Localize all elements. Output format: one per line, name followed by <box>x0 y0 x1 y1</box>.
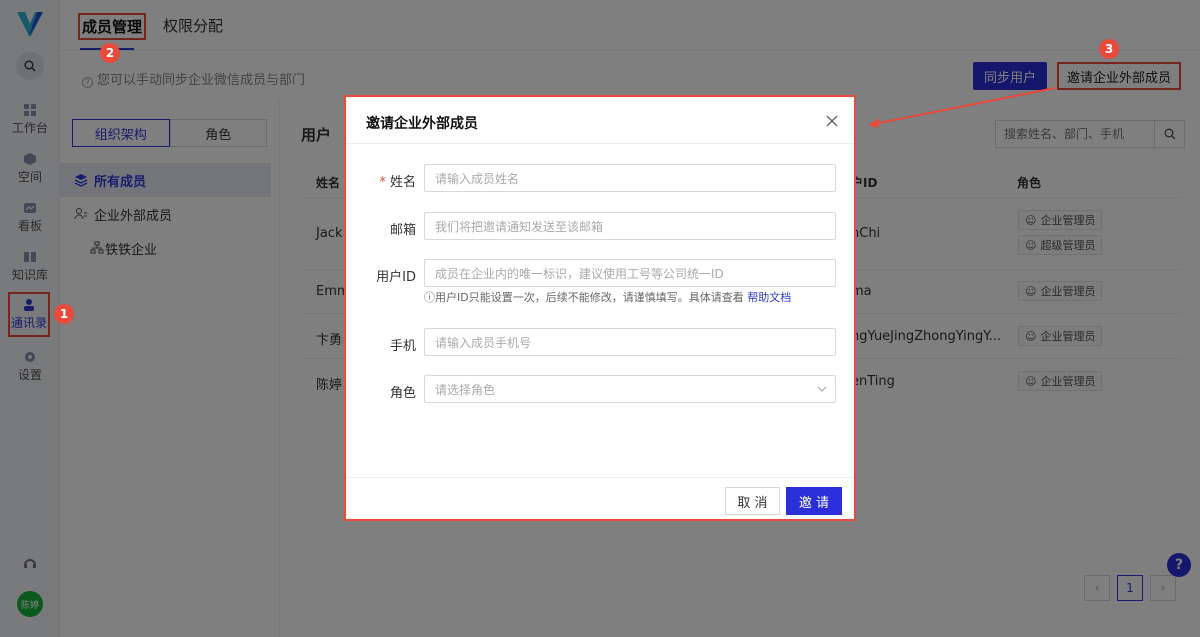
invite-button[interactable]: 邀 请 <box>786 487 842 515</box>
userid-help-text: 用户ID只能设置一次，后续不能修改，请谨慎填写。具体请查看 <box>435 291 744 304</box>
email-label: 邮箱 <box>389 223 416 238</box>
divider <box>346 143 854 144</box>
userid-help: ⓘ用户ID只能设置一次，后续不能修改，请谨慎填写。具体请查看 帮助文档 <box>424 289 791 305</box>
phone-label: 手机 <box>389 339 416 354</box>
close-icon[interactable] <box>824 113 840 129</box>
cancel-button[interactable]: 取 消 <box>725 487 780 515</box>
dialog-title: 邀请企业外部成员 <box>366 116 478 132</box>
help-docs-link[interactable]: 帮助文档 <box>747 291 791 304</box>
annotation-badge-2: 2 <box>100 43 120 63</box>
info-circle-icon: ⓘ <box>424 291 435 304</box>
name-field[interactable]: 请输入成员姓名 <box>424 164 836 192</box>
name-label-text: 姓名 <box>389 175 416 190</box>
annotation-badge-1: 1 <box>54 304 74 324</box>
phone-field[interactable]: 请输入成员手机号 <box>424 328 836 356</box>
email-field[interactable]: 我们将把邀请通知发送至该邮箱 <box>424 212 836 240</box>
role-select-placeholder: 请选择角色 <box>435 382 496 397</box>
invite-external-member-dialog: 邀请企业外部成员 * 姓名 请输入成员姓名 邮箱 我们将把邀请通知发送至该邮箱 用… <box>344 95 856 521</box>
role-label: 角色 <box>389 386 416 401</box>
userid-field[interactable]: 成员在企业内的唯一标识，建议使用工号等公司统一ID <box>424 259 836 287</box>
chevron-down-icon <box>817 386 827 392</box>
name-label: * 姓名 <box>346 171 416 190</box>
userid-label: 用户ID <box>376 270 416 285</box>
required-mark: * <box>379 175 386 190</box>
annotation-badge-3: 3 <box>1099 39 1119 59</box>
annotation-arrow <box>868 87 1056 128</box>
role-select[interactable]: 请选择角色 <box>424 375 836 403</box>
divider <box>346 477 854 478</box>
